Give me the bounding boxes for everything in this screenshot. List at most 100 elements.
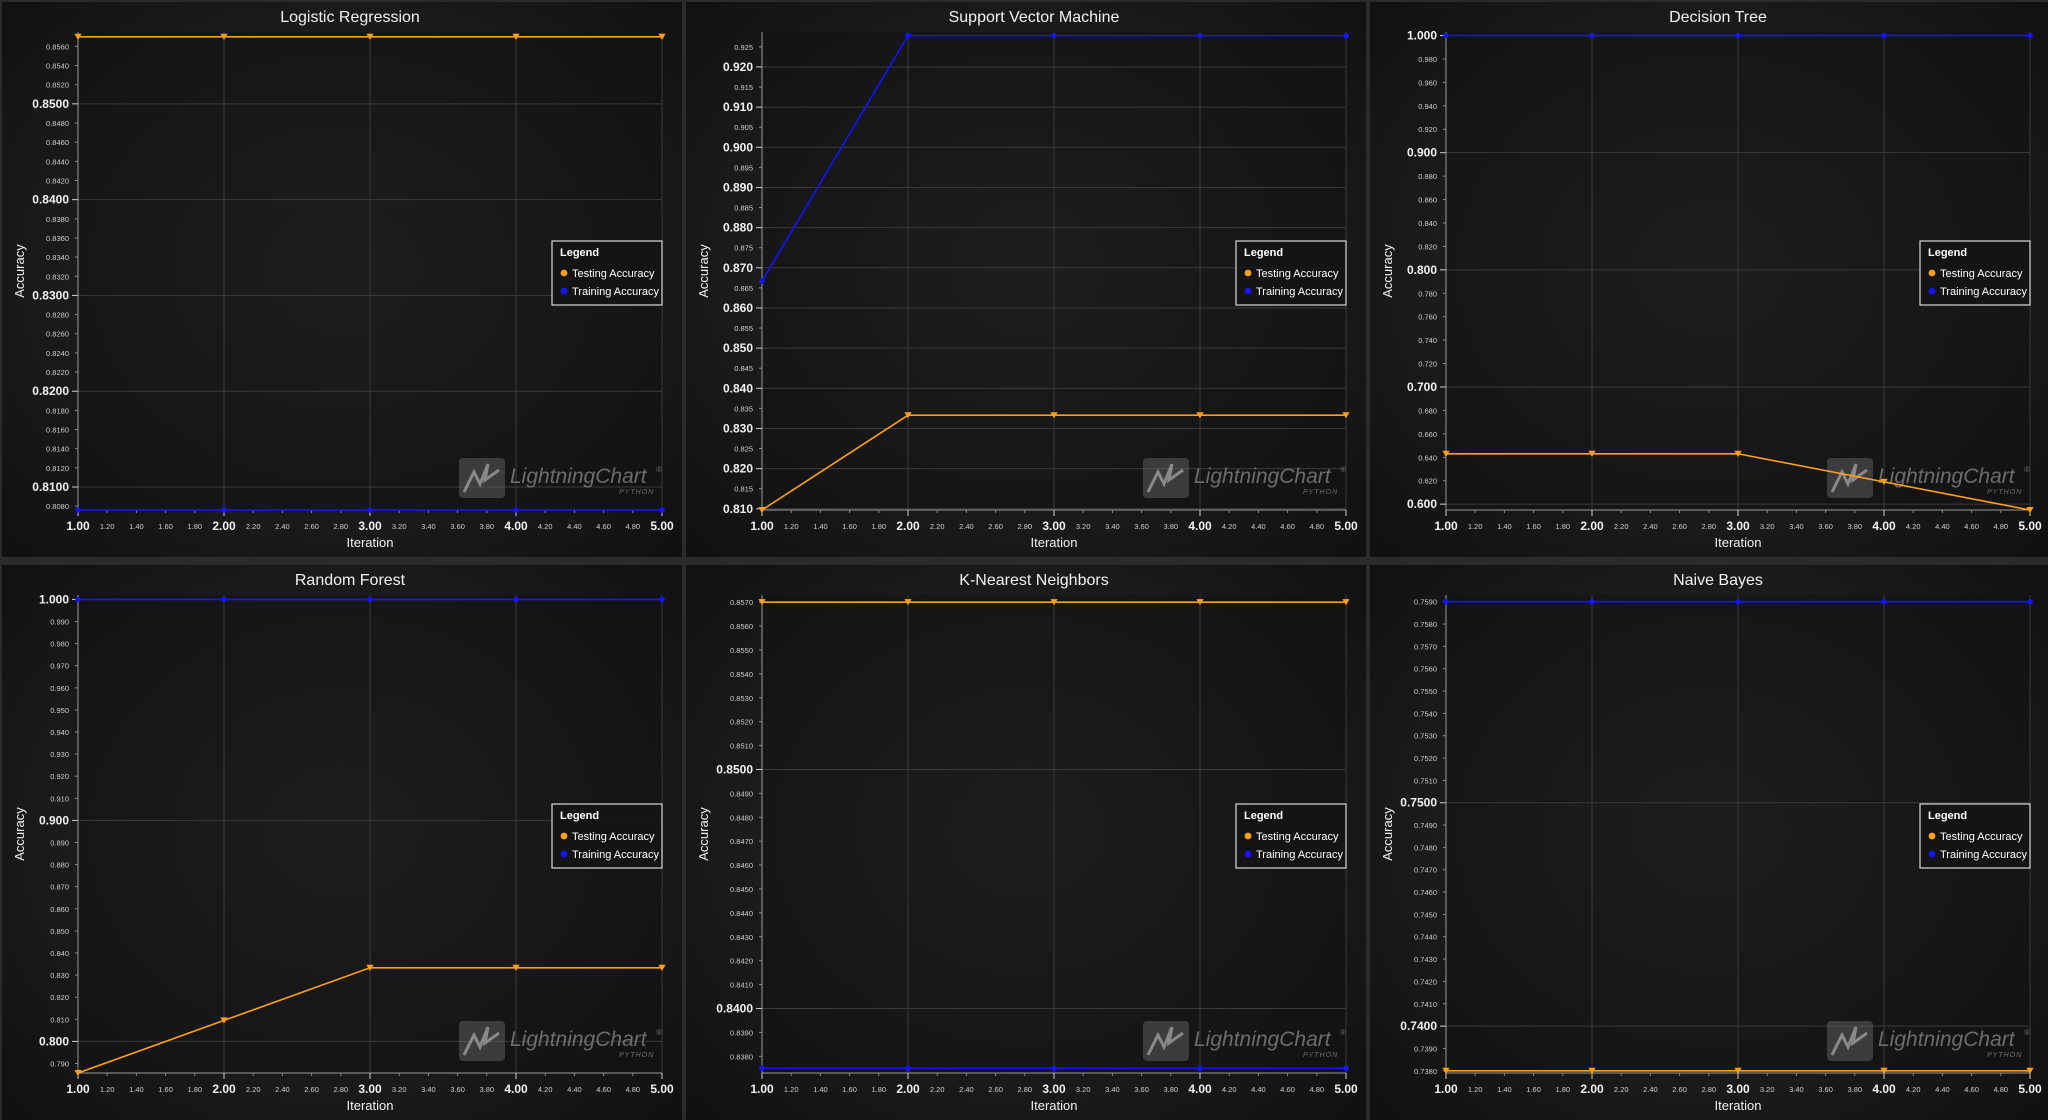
y-tick-label: 0.900 — [39, 813, 69, 827]
legend-label-testing: Testing Accuracy — [572, 831, 655, 843]
legend-marker-training — [1928, 287, 1936, 295]
y-minor-tick-label: 0.865 — [734, 284, 753, 293]
x-minor-tick-label: 4.20 — [1906, 1085, 1921, 1094]
x-minor-tick-label: 4.60 — [596, 1085, 611, 1094]
x-tick-label: 4.00 — [504, 519, 528, 533]
y-minor-tick-label: 0.950 — [50, 706, 69, 715]
watermark-subtext: PYTHON — [1987, 489, 2022, 496]
x-minor-tick-label: 1.80 — [187, 522, 202, 531]
y-minor-tick-label: 0.910 — [50, 794, 69, 803]
data-point-training — [659, 596, 665, 603]
chart-panel-naive-bayes: 1.00 2.00 3.00 4.00 5.00 1.20 1.40 1.60 1.80 2.20… — [1370, 565, 2048, 1120]
legend-label-testing: Testing Accuracy — [1940, 268, 2023, 280]
watermark-registered: ® — [656, 465, 662, 474]
legend: Legend Testing Accuracy Training Accuracy — [1919, 803, 2031, 869]
legend: Legend Testing Accuracy Training Accuracy — [551, 240, 663, 306]
y-minor-tick-label: 0.7430 — [1414, 955, 1437, 964]
y-minor-tick-label: 0.7480 — [1414, 843, 1437, 852]
x-axis-title: Iteration — [347, 1098, 394, 1113]
watermark-registered: ® — [656, 1028, 662, 1037]
x-minor-tick-label: 2.40 — [1643, 522, 1658, 531]
y-minor-tick-label: 0.7490 — [1414, 821, 1437, 830]
chart-svg: 1.00 2.00 3.00 4.00 5.00 1.20 1.40 1.60 1.80 2.20… — [1380, 572, 2042, 1113]
y-minor-tick-label: 0.7440 — [1414, 933, 1437, 942]
data-point-training — [367, 507, 373, 513]
y-minor-tick-label: 0.8420 — [46, 176, 69, 185]
data-point-training — [1735, 598, 1741, 605]
y-minor-tick-label: 0.8550 — [730, 646, 753, 655]
y-minor-tick-label: 0.7530 — [1414, 732, 1437, 741]
chart-title: K-Nearest Neighbors — [959, 572, 1108, 589]
data-point-training — [75, 507, 81, 513]
chart-panel-k-nearest-neighbors: 1.00 2.00 3.00 4.00 5.00 1.20 1.40 1.60 1.80 2.20… — [686, 565, 1366, 1120]
y-tick-label: 0.700 — [1407, 380, 1437, 394]
watermark-registered: ® — [2024, 1028, 2030, 1037]
chart-panel-support-vector-machine: 1.00 2.00 3.00 4.00 5.00 1.20 1.40 1.60 1.80 2.20… — [686, 2, 1366, 557]
x-minor-tick-label: 4.60 — [1280, 1085, 1295, 1094]
x-minor-tick-label: 2.20 — [1614, 1085, 1629, 1094]
x-minor-tick-label: 3.40 — [421, 522, 436, 531]
x-minor-tick-label: 3.40 — [1105, 522, 1120, 531]
y-minor-tick-label: 0.810 — [50, 1015, 69, 1024]
legend-label-testing: Testing Accuracy — [1256, 831, 1339, 843]
x-minor-tick-label: 4.20 — [538, 1085, 553, 1094]
x-minor-tick-label: 1.60 — [842, 522, 857, 531]
y-minor-tick-label: 0.7420 — [1414, 977, 1437, 986]
y-minor-tick-label: 0.8540 — [46, 62, 69, 71]
x-minor-tick-label: 2.40 — [275, 1085, 290, 1094]
x-minor-tick-label: 1.60 — [1526, 522, 1541, 531]
x-tick-label: 5.00 — [1334, 519, 1358, 533]
y-tick-label: 0.820 — [723, 462, 753, 476]
y-minor-tick-label: 0.7380 — [1414, 1067, 1437, 1076]
x-minor-tick-label: 2.60 — [1672, 1085, 1687, 1094]
y-minor-tick-label: 0.8280 — [46, 311, 69, 320]
data-point-training — [1051, 32, 1057, 39]
y-minor-tick-label: 0.7520 — [1414, 754, 1437, 763]
y-minor-tick-label: 0.8570 — [730, 598, 753, 607]
y-tick-label: 0.920 — [723, 60, 753, 74]
y-minor-tick-label: 0.8480 — [730, 813, 753, 822]
y-tick-label: 1.000 — [39, 592, 69, 606]
watermark-subtext: PYTHON — [1987, 1052, 2022, 1059]
x-tick-label: 5.00 — [1334, 1082, 1358, 1096]
data-point-training — [1589, 32, 1595, 39]
x-minor-tick-label: 1.20 — [1468, 1085, 1483, 1094]
x-minor-tick-label: 4.20 — [1222, 522, 1237, 531]
y-minor-tick-label: 0.990 — [50, 618, 69, 627]
y-minor-tick-label: 0.880 — [50, 861, 69, 870]
legend: Legend Testing Accuracy Training Accuracy — [551, 803, 663, 869]
x-minor-tick-label: 3.80 — [479, 1085, 494, 1094]
x-tick-label: 4.00 — [1188, 1082, 1212, 1096]
y-minor-tick-label: 0.8160 — [46, 426, 69, 435]
x-minor-tick-label: 2.20 — [930, 522, 945, 531]
x-tick-label: 4.00 — [1872, 1082, 1896, 1096]
y-tick-label: 1.000 — [1407, 29, 1437, 43]
y-minor-tick-label: 0.7460 — [1414, 888, 1437, 897]
x-minor-tick-label: 1.20 — [784, 1085, 799, 1094]
y-minor-tick-label: 0.920 — [1418, 125, 1437, 134]
watermark-subtext: PYTHON — [1303, 1052, 1338, 1059]
y-minor-tick-label: 0.980 — [1418, 55, 1437, 64]
x-tick-label: 3.00 — [1042, 519, 1066, 533]
x-minor-tick-label: 2.80 — [333, 1085, 348, 1094]
legend-marker-testing — [1244, 832, 1252, 840]
y-minor-tick-label: 0.970 — [50, 662, 69, 671]
y-tick-label: 0.900 — [723, 140, 753, 154]
x-minor-tick-label: 3.40 — [1789, 1085, 1804, 1094]
y-minor-tick-label: 0.825 — [734, 445, 753, 454]
data-point-training — [2027, 598, 2033, 605]
x-minor-tick-label: 2.20 — [246, 1085, 261, 1094]
data-point-training — [1343, 32, 1349, 39]
x-tick-label: 5.00 — [2018, 519, 2042, 533]
x-tick-label: 3.00 — [1726, 1082, 1750, 1096]
y-minor-tick-label: 0.895 — [734, 163, 753, 172]
chart-title: Naive Bayes — [1673, 572, 1763, 589]
x-minor-tick-label: 3.80 — [1163, 1085, 1178, 1094]
y-minor-tick-label: 0.940 — [50, 728, 69, 737]
y-minor-tick-label: 0.815 — [734, 485, 753, 494]
y-tick-label: 0.800 — [39, 1034, 69, 1048]
watermark-text: LightningChart — [510, 1028, 648, 1051]
y-minor-tick-label: 0.860 — [50, 905, 69, 914]
y-minor-tick-label: 0.875 — [734, 244, 753, 253]
legend-marker-testing — [560, 832, 568, 840]
